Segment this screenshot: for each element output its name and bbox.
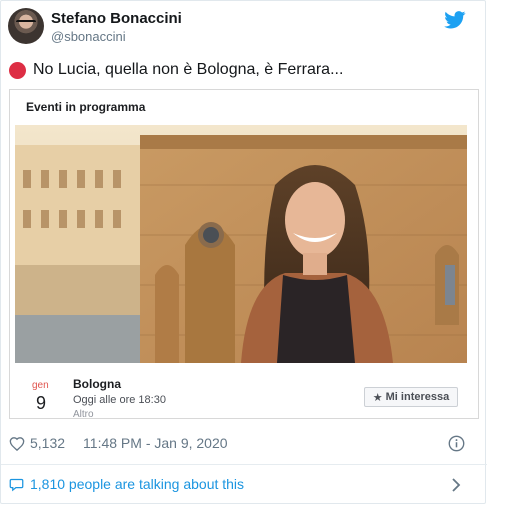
like-count[interactable]: 5,132 bbox=[30, 435, 65, 451]
star-icon: ★ bbox=[372, 391, 383, 404]
tweet-card: Stefano Bonaccini @sbonaccini No Lucia, … bbox=[0, 0, 487, 504]
conversation-link[interactable]: 1,810 people are talking about this bbox=[9, 476, 244, 492]
avatar-glasses bbox=[16, 20, 36, 25]
event-time: Oggi alle ore 18:30 bbox=[73, 394, 166, 406]
event-category: Altro bbox=[73, 409, 94, 420]
info-icon[interactable] bbox=[448, 435, 465, 452]
twitter-bird-icon[interactable] bbox=[444, 11, 466, 29]
speech-bubble-icon bbox=[9, 478, 24, 491]
red-circle-icon bbox=[9, 61, 26, 79]
event-photo bbox=[15, 125, 467, 363]
event-title: Bologna bbox=[73, 377, 121, 391]
tweet-body: No Lucia, quella non è Bologna, è Ferrar… bbox=[33, 61, 344, 78]
interest-button-label: Mi interessa bbox=[385, 391, 450, 403]
author-name[interactable]: Stefano Bonaccini bbox=[51, 10, 182, 27]
divider bbox=[1, 464, 487, 465]
conversation-count: 1,810 people are talking about this bbox=[30, 476, 245, 492]
embedded-event-image[interactable]: Eventi in programma gen 9 Bologna Oggi a… bbox=[9, 89, 479, 420]
tweet-meta-row: 5,132 11:48 PM - Jan 9, 2020 bbox=[9, 435, 228, 451]
event-month: gen bbox=[32, 380, 49, 391]
events-header: Eventi in programma bbox=[26, 100, 146, 114]
author-handle[interactable]: @sbonaccini bbox=[51, 29, 126, 44]
chevron-right-icon[interactable] bbox=[450, 478, 462, 492]
tweet-text: No Lucia, quella non è Bologna, è Ferrar… bbox=[9, 61, 343, 79]
avatar[interactable] bbox=[8, 8, 44, 44]
tweet-timestamp[interactable]: 11:48 PM - Jan 9, 2020 bbox=[83, 435, 228, 451]
heart-icon[interactable] bbox=[9, 436, 25, 451]
interest-button[interactable]: ★ Mi interessa bbox=[364, 387, 458, 407]
event-day: 9 bbox=[36, 393, 47, 413]
